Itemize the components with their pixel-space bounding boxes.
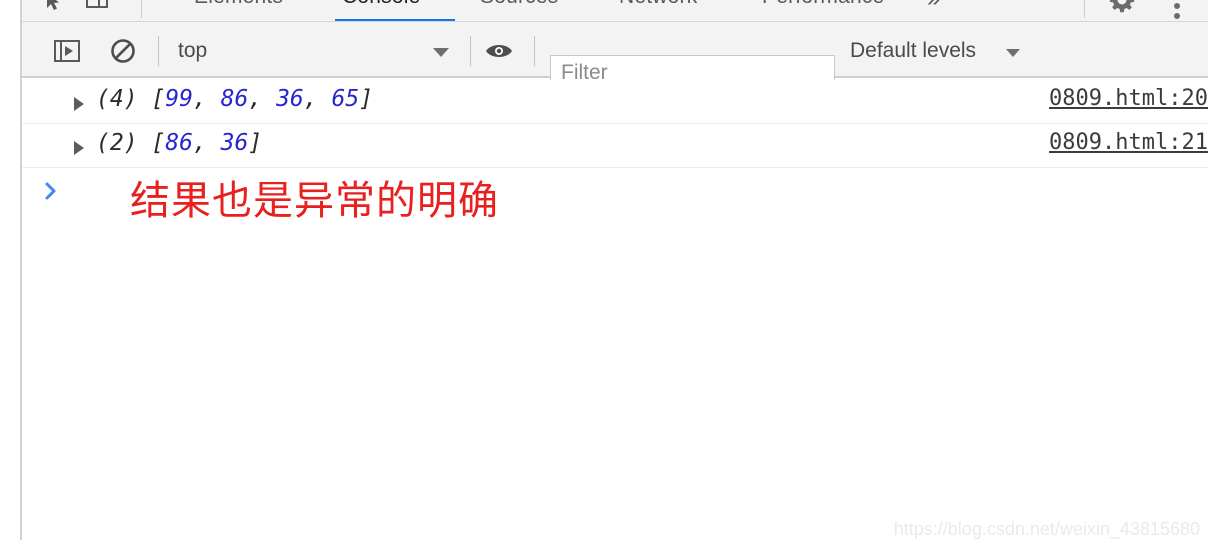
array-count: (2) <box>96 130 138 156</box>
array-value: 65 <box>331 86 360 112</box>
tab-bar-divider-left <box>141 0 142 18</box>
left-gutter-tail <box>0 540 22 548</box>
chevron-down-icon <box>1006 49 1020 57</box>
device-toolbar-icon[interactable] <box>84 0 110 13</box>
expand-triangle-icon[interactable] <box>74 141 84 155</box>
tab-bar-divider-right <box>1084 0 1085 18</box>
bracket-open: [ <box>151 86 166 112</box>
tab-more-chevron[interactable]: » <box>927 0 941 13</box>
table-row[interactable]: (4) [99, 86, 36, 65] 0809.html:20 <box>22 80 1208 124</box>
bracket-close: ] <box>359 86 374 112</box>
log-levels-value: Default levels <box>850 39 977 62</box>
console-toolbar: top Default levels <box>22 22 1208 91</box>
bracket-open: [ <box>151 130 166 156</box>
inspect-element-icon[interactable] <box>38 0 64 13</box>
execution-context-value: top <box>178 39 208 62</box>
array-value: 36 <box>220 130 249 156</box>
source-link[interactable]: 0809.html:21 <box>1049 130 1208 155</box>
annotation-text: 结果也是异常的明确 <box>130 178 499 224</box>
array-value: 86 <box>165 130 193 156</box>
array-count: (4) <box>96 86 138 112</box>
left-gutter <box>0 0 22 548</box>
console-message-text: (2) [86, 36] <box>96 130 263 156</box>
source-link[interactable]: 0809.html:20 <box>1049 86 1208 111</box>
console-prompt-row[interactable]: 结果也是异常的明确 <box>22 168 1208 228</box>
toolbar-divider-2 <box>470 36 471 66</box>
console-message-area: (4) [99, 86, 36, 65] 0809.html:20 (2) [8… <box>22 80 1208 548</box>
chevron-down-icon <box>433 48 449 57</box>
gear-icon[interactable] <box>1108 0 1136 14</box>
tab-network[interactable]: Network <box>619 0 697 9</box>
devtools-tab-bar: Elements Console Sources Network Perform… <box>0 0 1208 22</box>
console-message-text: (4) [99, 86, 36, 65] <box>96 86 374 112</box>
tab-console[interactable]: Console <box>342 0 420 9</box>
tab-performance[interactable]: Performance <box>762 0 884 9</box>
toolbar-divider-1 <box>158 36 159 66</box>
tab-sources[interactable]: Sources <box>480 0 558 9</box>
tab-bar-inner: Elements Console Sources Network Perform… <box>22 0 1208 22</box>
execute-sidebar-icon[interactable] <box>52 36 82 66</box>
array-value: 36 <box>276 86 304 112</box>
prompt-chevron-icon <box>40 180 62 202</box>
tab-elements[interactable]: Elements <box>194 0 283 9</box>
live-expression-eye-icon[interactable] <box>484 38 514 64</box>
table-row[interactable]: (2) [86, 36] 0809.html:21 <box>22 124 1208 168</box>
array-value: 99 <box>165 86 193 112</box>
array-value: 86 <box>220 86 249 112</box>
bracket-close: ] <box>248 130 263 156</box>
watermark: https://blog.csdn.net/weixin_43815680 <box>893 519 1200 539</box>
toolbar-divider-3 <box>534 36 535 66</box>
more-vertical-icon[interactable] <box>1172 0 1182 21</box>
clear-console-icon[interactable] <box>108 36 138 66</box>
expand-triangle-icon[interactable] <box>74 97 84 111</box>
execution-context-selector[interactable]: top <box>178 36 458 66</box>
